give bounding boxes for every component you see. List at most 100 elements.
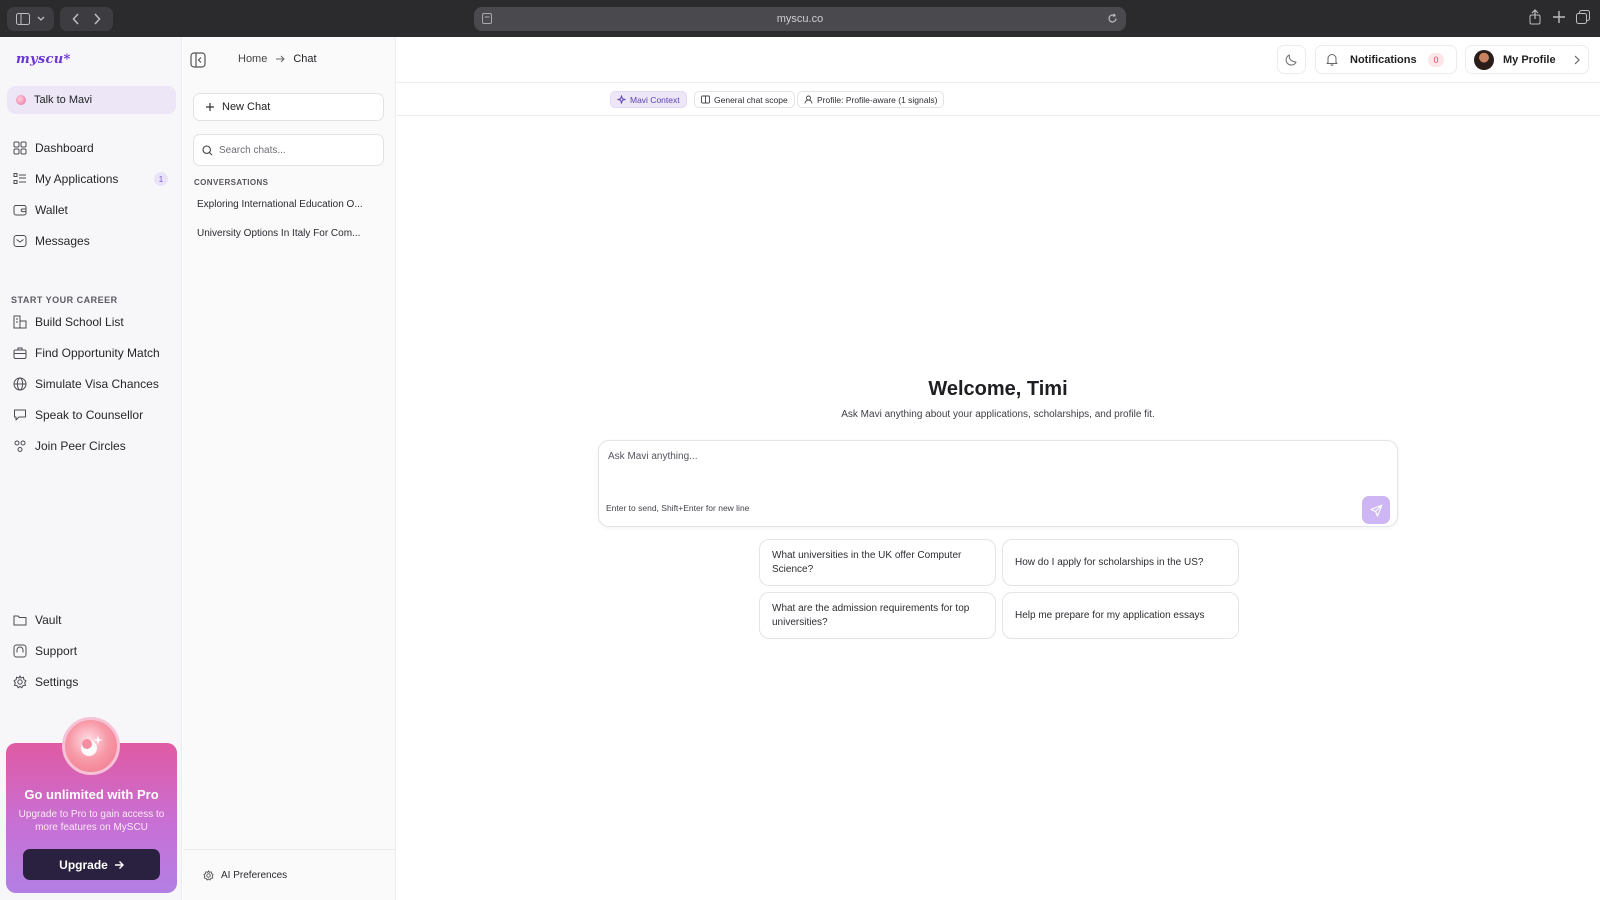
chat-composer: Enter to send, Shift+Enter for new line xyxy=(598,440,1398,527)
book-icon xyxy=(701,95,710,104)
notifications-button[interactable]: Notifications 0 xyxy=(1315,45,1457,74)
suggestion-card[interactable]: What universities in the UK offer Comput… xyxy=(759,539,996,586)
new-chat-button[interactable]: New Chat xyxy=(193,93,384,121)
history-nav xyxy=(60,7,113,31)
reload-icon[interactable] xyxy=(1107,13,1118,24)
input-hint: Enter to send, Shift+Enter for new line xyxy=(606,503,750,513)
arrow-right-icon xyxy=(114,860,124,869)
people-icon xyxy=(14,440,26,452)
sidebar-item-speak-to-counsellor[interactable]: Speak to Counsellor xyxy=(0,399,182,430)
welcome-title: Welcome, Timi xyxy=(928,378,1068,400)
sidebar-item-wallet[interactable]: Wallet xyxy=(0,194,182,225)
sidebar-item-label: Join Peer Circles xyxy=(35,438,126,453)
mail-icon xyxy=(13,234,27,247)
notifications-count-badge: 0 xyxy=(1428,53,1444,67)
my-profile-button[interactable]: My Profile xyxy=(1465,45,1589,74)
gear-icon xyxy=(13,675,27,688)
sidebar-item-simulate-visa-chances[interactable]: Simulate Visa Chances xyxy=(0,368,182,399)
new-tab-icon[interactable] xyxy=(1552,9,1566,25)
sidebar-item-label: Support xyxy=(35,643,78,658)
globe-icon xyxy=(13,377,27,390)
browser-toolbar: myscu.co xyxy=(0,0,1600,37)
sidebar-item-label: Speak to Counsellor xyxy=(35,407,144,422)
chip-label: Profile: Profile-aware (1 signals) xyxy=(817,94,938,105)
sidebar-item-label: Settings xyxy=(35,674,79,689)
talk-to-mavi-label: Talk to Mavi xyxy=(34,94,93,106)
plus-icon xyxy=(206,103,214,111)
suggestion-card[interactable]: How do I apply for scholarships in the U… xyxy=(1002,539,1239,586)
grid-icon xyxy=(13,141,27,154)
wallet-icon xyxy=(13,204,27,215)
chat-scope-chip[interactable]: General chat scope xyxy=(694,91,795,108)
chevron-down-icon xyxy=(37,16,45,21)
new-chat-label: New Chat xyxy=(222,101,271,113)
sidebar-item-label: Vault xyxy=(35,612,62,627)
sidebar-item-join-peer-circles[interactable]: Join Peer Circles xyxy=(0,430,182,461)
sidebar-item-label: Wallet xyxy=(35,202,68,217)
sidebar-item-messages[interactable]: Messages xyxy=(0,225,182,256)
send-icon xyxy=(1369,503,1383,517)
theme-toggle-button[interactable] xyxy=(1277,45,1306,74)
tabs-overview-icon[interactable] xyxy=(1576,9,1590,25)
welcome-subtitle: Ask Mavi anything about your application… xyxy=(841,409,1155,420)
browser-actions xyxy=(1528,9,1590,25)
logo[interactable]: myscu* xyxy=(16,52,71,67)
sidebar-item-support[interactable]: Support xyxy=(0,635,182,666)
sparkle-orb-icon xyxy=(62,717,120,775)
sidebar: myscu* Talk to Mavi Dashboard My Applica… xyxy=(0,37,182,900)
career-nav: Build School List Find Opportunity Match… xyxy=(0,306,182,461)
suggestion-card[interactable]: What are the admission requirements for … xyxy=(759,592,996,639)
address-bar[interactable]: myscu.co xyxy=(474,7,1126,31)
ai-preferences-label: AI Preferences xyxy=(221,869,288,881)
user-icon xyxy=(804,95,813,104)
sidebar-item-label: Simulate Visa Chances xyxy=(35,376,159,391)
gear-icon xyxy=(203,869,214,880)
breadcrumb: Home Chat xyxy=(238,53,317,65)
conversation-item[interactable]: University Options In Italy For Com... xyxy=(197,228,377,239)
back-icon[interactable] xyxy=(72,13,80,25)
upgrade-label: Upgrade xyxy=(59,857,108,872)
suggestion-card[interactable]: Help me prepare for my application essay… xyxy=(1002,592,1239,639)
conversation-item[interactable]: Exploring International Education O... xyxy=(197,199,377,210)
moon-icon xyxy=(1285,54,1297,66)
upgrade-button[interactable]: Upgrade xyxy=(23,849,160,880)
message-input[interactable] xyxy=(608,451,1328,481)
top-header: Home Chat Notifications 0 My Profile xyxy=(238,37,1600,83)
chat-list-panel: New Chat CONVERSATIONS Exploring Interna… xyxy=(183,37,396,900)
main-nav: Dashboard My Applications 1 Wallet Messa… xyxy=(0,132,182,256)
school-icon xyxy=(13,315,27,328)
profile-context-chip[interactable]: Profile: Profile-aware (1 signals) xyxy=(797,91,945,108)
chevron-right-icon xyxy=(1574,55,1580,65)
sidebar-item-vault[interactable]: Vault xyxy=(0,604,182,635)
conversations-label: CONVERSATIONS xyxy=(194,178,269,187)
forward-icon[interactable] xyxy=(93,13,101,25)
url-text: myscu.co xyxy=(776,13,824,25)
sidebar-item-dashboard[interactable]: Dashboard xyxy=(0,132,182,163)
collapse-sidebar-icon[interactable] xyxy=(190,52,206,68)
sidebar-item-my-applications[interactable]: My Applications 1 xyxy=(0,163,182,194)
sidebar-item-label: My Applications xyxy=(35,171,119,186)
sidebar-toggle-button[interactable] xyxy=(7,7,54,31)
folder-icon xyxy=(13,615,27,625)
sidebar-item-find-opportunity-match[interactable]: Find Opportunity Match xyxy=(0,337,182,368)
arrow-right-icon xyxy=(276,55,286,63)
search-chats-input[interactable] xyxy=(219,144,379,156)
share-icon[interactable] xyxy=(1528,9,1542,25)
support-icon xyxy=(13,644,27,657)
sidebar-item-settings[interactable]: Settings xyxy=(0,666,182,697)
my-profile-label: My Profile xyxy=(1503,53,1556,66)
send-button[interactable] xyxy=(1362,496,1390,524)
bottom-nav: Vault Support Settings xyxy=(0,604,182,697)
sidebar-icon xyxy=(16,13,31,25)
search-chats-field[interactable] xyxy=(193,134,384,166)
avatar xyxy=(1474,49,1494,70)
sidebar-item-build-school-list[interactable]: Build School List xyxy=(0,306,182,337)
mavi-icon xyxy=(16,95,26,105)
sidebar-item-label: Find Opportunity Match xyxy=(35,345,160,360)
mavi-context-chip[interactable]: Mavi Context xyxy=(610,91,687,108)
ai-preferences-button[interactable]: AI Preferences xyxy=(183,849,395,900)
breadcrumb-home[interactable]: Home xyxy=(238,53,267,65)
list-icon xyxy=(13,172,26,184)
search-icon xyxy=(202,144,213,155)
talk-to-mavi-button[interactable]: Talk to Mavi xyxy=(7,86,176,114)
